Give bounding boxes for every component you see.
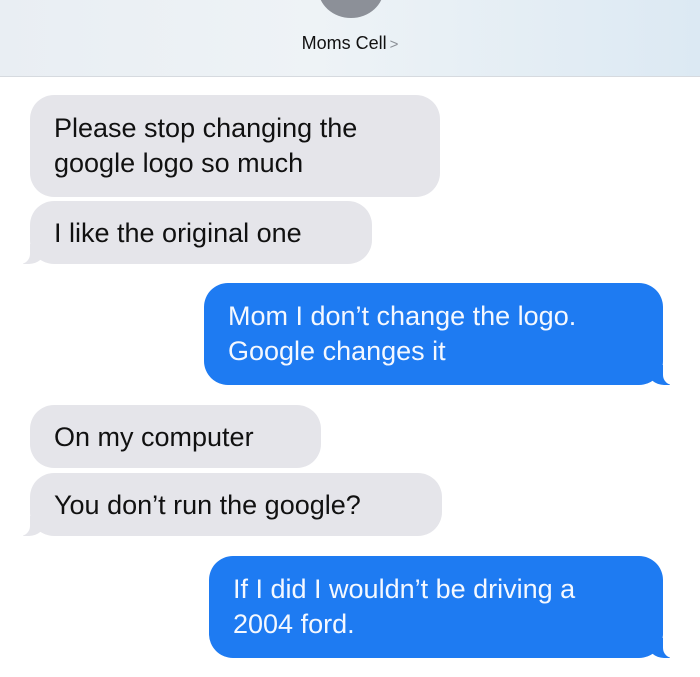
message-text: On my computer [54, 422, 254, 452]
message-text: If I did I wouldn’t be driving a [233, 574, 576, 604]
conversation-header: Moms Cell > [0, 0, 700, 77]
message-text: I like the original one [54, 218, 302, 248]
message-bubble-outgoing[interactable]: If I did I wouldn’t be driving a 2004 fo… [209, 556, 679, 658]
message-bubble-incoming[interactable]: Please stop changing the google logo so … [30, 95, 440, 197]
message-text: Please stop changing the [54, 113, 358, 143]
message-bubble-incoming[interactable]: On my computer [30, 405, 321, 468]
message-bubble-incoming[interactable]: You don’t run the google? [14, 473, 442, 536]
contact-avatar[interactable] [318, 0, 384, 18]
message-text: Google changes it [228, 336, 446, 366]
chevron-right-icon: > [389, 36, 399, 53]
message-text: google logo so much [54, 148, 304, 178]
messages-screen: Moms Cell > Please stop changing the goog… [0, 0, 700, 677]
contact-name: Moms Cell [301, 33, 387, 53]
message-text: 2004 ford. [233, 609, 355, 639]
message-bubble-incoming[interactable]: I like the original one [14, 201, 372, 264]
message-text: Mom I don’t change the logo. [228, 301, 577, 331]
contact-name-button[interactable]: Moms Cell > [0, 33, 700, 54]
message-text: You don’t run the google? [54, 490, 361, 520]
message-bubble-outgoing[interactable]: Mom I don’t change the logo. Google chan… [204, 283, 679, 385]
